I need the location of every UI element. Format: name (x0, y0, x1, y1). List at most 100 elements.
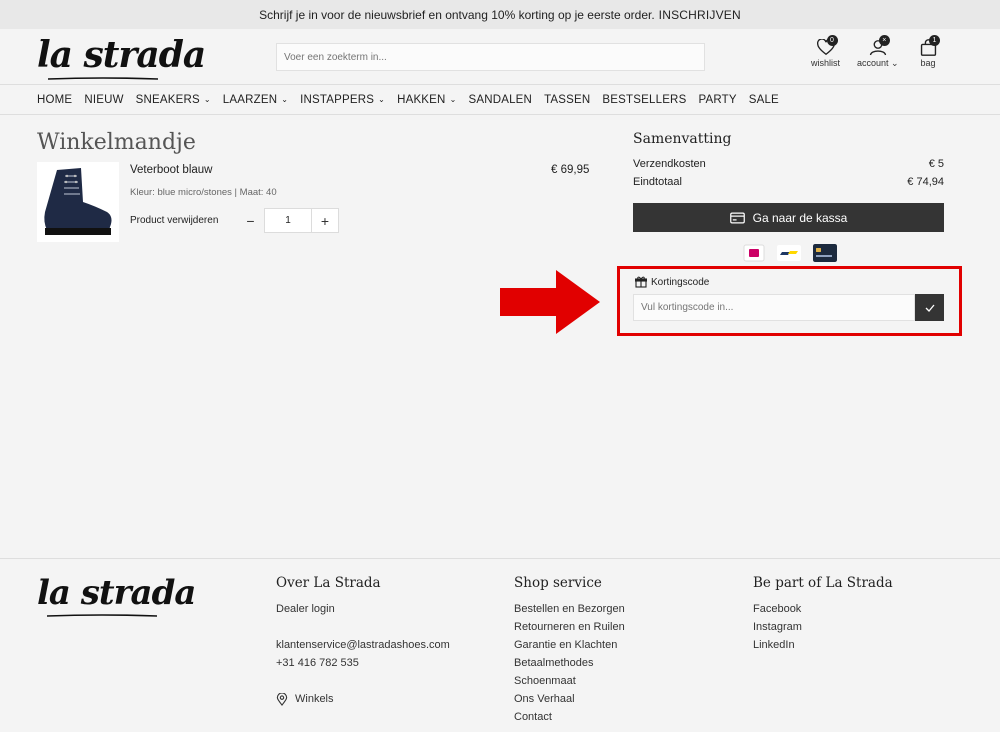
credit-card-icon (729, 212, 745, 223)
checkout-label: Ga naar de kassa (752, 210, 848, 225)
footer-link[interactable]: Contact (514, 708, 625, 726)
discount-label: Kortingscode (635, 276, 709, 288)
gift-icon (635, 276, 647, 288)
product-price: € 69,95 (551, 164, 590, 176)
nav-label: LAARZEN (222, 93, 278, 106)
footer-logo[interactable]: la strada (37, 573, 196, 613)
nav-item-laarzen[interactable]: LAARZEN ⌄ (223, 94, 288, 106)
nav-label: TASSEN (544, 93, 591, 106)
header: la strada 0 wishlist × account ⌄ (0, 29, 1000, 85)
newsletter-signup-link[interactable]: INSCHRIJVEN (659, 8, 741, 22)
shipping-row: Verzendkosten € 5 (633, 158, 944, 170)
main-nav: HOME NIEUW SNEAKERS ⌄ LAARZEN ⌄ INSTAPPERS… (0, 85, 1000, 115)
stores-label: Winkels (295, 693, 334, 705)
apply-discount-button[interactable] (915, 294, 944, 321)
remove-product-link[interactable]: Product verwijderen (130, 215, 218, 226)
quantity-value[interactable]: 1 (264, 208, 312, 233)
nav-label: PARTY (698, 93, 737, 106)
chevron-down-icon: ⌄ (281, 95, 289, 104)
page-title: Winkelmandje (37, 130, 196, 155)
nav-item-bestsellers[interactable]: BESTSELLERS (602, 94, 686, 106)
nav-label: HOME (37, 93, 73, 106)
footer-col-title: Be part of La Strada (753, 575, 893, 591)
newsletter-bar: Schrijf je in voor de nieuwsbrief en ont… (0, 0, 1000, 29)
nav-label: INSTAPPERS (300, 93, 375, 106)
product-name[interactable]: Veterboot blauw (130, 164, 212, 176)
total-label: Eindtotaal (633, 176, 682, 188)
nav-item-home[interactable]: HOME (37, 94, 72, 106)
nav-item-tassen[interactable]: TASSEN (544, 94, 590, 106)
nav-item-sandalen[interactable]: SANDALEN (468, 94, 532, 106)
footer-logo-underline (47, 614, 157, 617)
footer-link[interactable]: Garantie en Klachten (514, 636, 625, 654)
footer-link[interactable]: Ons Verhaal (514, 690, 625, 708)
footer-col-title: Over La Strada (276, 575, 381, 591)
wishlist-label: wishlist (811, 58, 841, 68)
discount-code-input[interactable] (633, 294, 915, 321)
nav-item-nieuw[interactable]: NIEUW (84, 94, 123, 106)
chevron-down-icon: ⌄ (449, 95, 457, 104)
shipping-value: € 5 (928, 158, 944, 170)
dealer-login-link[interactable]: Dealer login (276, 600, 450, 618)
shipping-label: Verzendkosten (633, 158, 706, 170)
facebook-link[interactable]: Facebook (753, 600, 893, 618)
product-meta: Kleur: blue micro/stones | Maat: 40 (130, 187, 277, 198)
footer-col-service: Shop service Bestellen en Bezorgen Retou… (514, 575, 625, 726)
bag-button[interactable]: 1 bag (918, 35, 940, 68)
footer-link[interactable]: Retourneren en Ruilen (514, 618, 625, 636)
quantity-decrease-button[interactable]: − (237, 208, 264, 233)
footer: la strada Over La Strada Dealer login kl… (0, 558, 1000, 732)
footer-link[interactable]: Bestellen en Bezorgen (514, 600, 625, 618)
summary-title: Samenvatting (633, 131, 732, 147)
checkmark-icon (925, 304, 934, 312)
quantity-increase-button[interactable]: + (312, 208, 339, 233)
total-row: Eindtotaal € 74,94 (633, 176, 944, 188)
checkout-button[interactable]: Ga naar de kassa (633, 203, 944, 232)
search-input[interactable] (276, 43, 705, 71)
boot-image (44, 168, 112, 235)
newsletter-message: Schrijf je in voor de nieuwsbrief en ont… (259, 7, 655, 22)
account-status-badge: × (878, 35, 890, 46)
wishlist-count-badge: 0 (826, 35, 838, 46)
site-logo[interactable]: la strada (37, 34, 206, 76)
nav-label: NIEUW (84, 93, 124, 106)
logo-underline (48, 77, 158, 80)
footer-col-social: Be part of La Strada Facebook Instagram … (753, 575, 893, 654)
nav-item-sale[interactable]: SALE (749, 94, 779, 106)
linkedin-link[interactable]: LinkedIn (753, 636, 893, 654)
phone-link[interactable]: +31 416 782 535 (276, 654, 450, 672)
red-arrow-icon (500, 270, 600, 334)
nav-label: SALE (748, 93, 779, 106)
footer-col-title: Shop service (514, 575, 602, 591)
product-image[interactable] (37, 162, 119, 242)
nav-item-hakken[interactable]: HAKKEN ⌄ (397, 94, 456, 106)
ideal-icon (743, 244, 765, 262)
footer-col-about: Over La Strada Dealer login klantenservi… (276, 575, 450, 708)
card-payment-icon (813, 244, 837, 262)
instagram-link[interactable]: Instagram (753, 618, 893, 636)
total-value: € 74,94 (907, 176, 944, 188)
nav-item-party[interactable]: PARTY (698, 94, 736, 106)
nav-item-sneakers[interactable]: SNEAKERS ⌄ (136, 94, 211, 106)
email-link[interactable]: klantenservice@lastradashoes.com (276, 636, 450, 654)
nav-label: SNEAKERS (135, 93, 200, 106)
footer-link[interactable]: Betaalmethodes (514, 654, 625, 672)
location-pin-icon (276, 692, 288, 706)
stores-link[interactable]: Winkels (276, 690, 450, 708)
nav-item-instappers[interactable]: INSTAPPERS ⌄ (300, 94, 385, 106)
account-button[interactable]: × account ⌄ (857, 35, 899, 69)
chevron-down-icon: ⌄ (378, 95, 386, 104)
quantity-stepper: − 1 + (237, 208, 339, 233)
nav-label: SANDALEN (468, 93, 533, 106)
footer-link[interactable]: Schoenmaat (514, 672, 625, 690)
chevron-down-icon: ⌄ (891, 58, 899, 68)
nav-label: HAKKEN (397, 93, 446, 106)
nav-label: BESTSELLERS (602, 93, 687, 106)
bag-count-badge: 1 (929, 35, 940, 46)
discount-label-text: Kortingscode (651, 276, 710, 288)
account-label: account (857, 58, 889, 68)
chevron-down-icon: ⌄ (203, 95, 211, 104)
bancontact-icon (777, 245, 801, 261)
wishlist-button[interactable]: 0 wishlist (811, 35, 841, 68)
bag-label: bag (920, 58, 936, 68)
